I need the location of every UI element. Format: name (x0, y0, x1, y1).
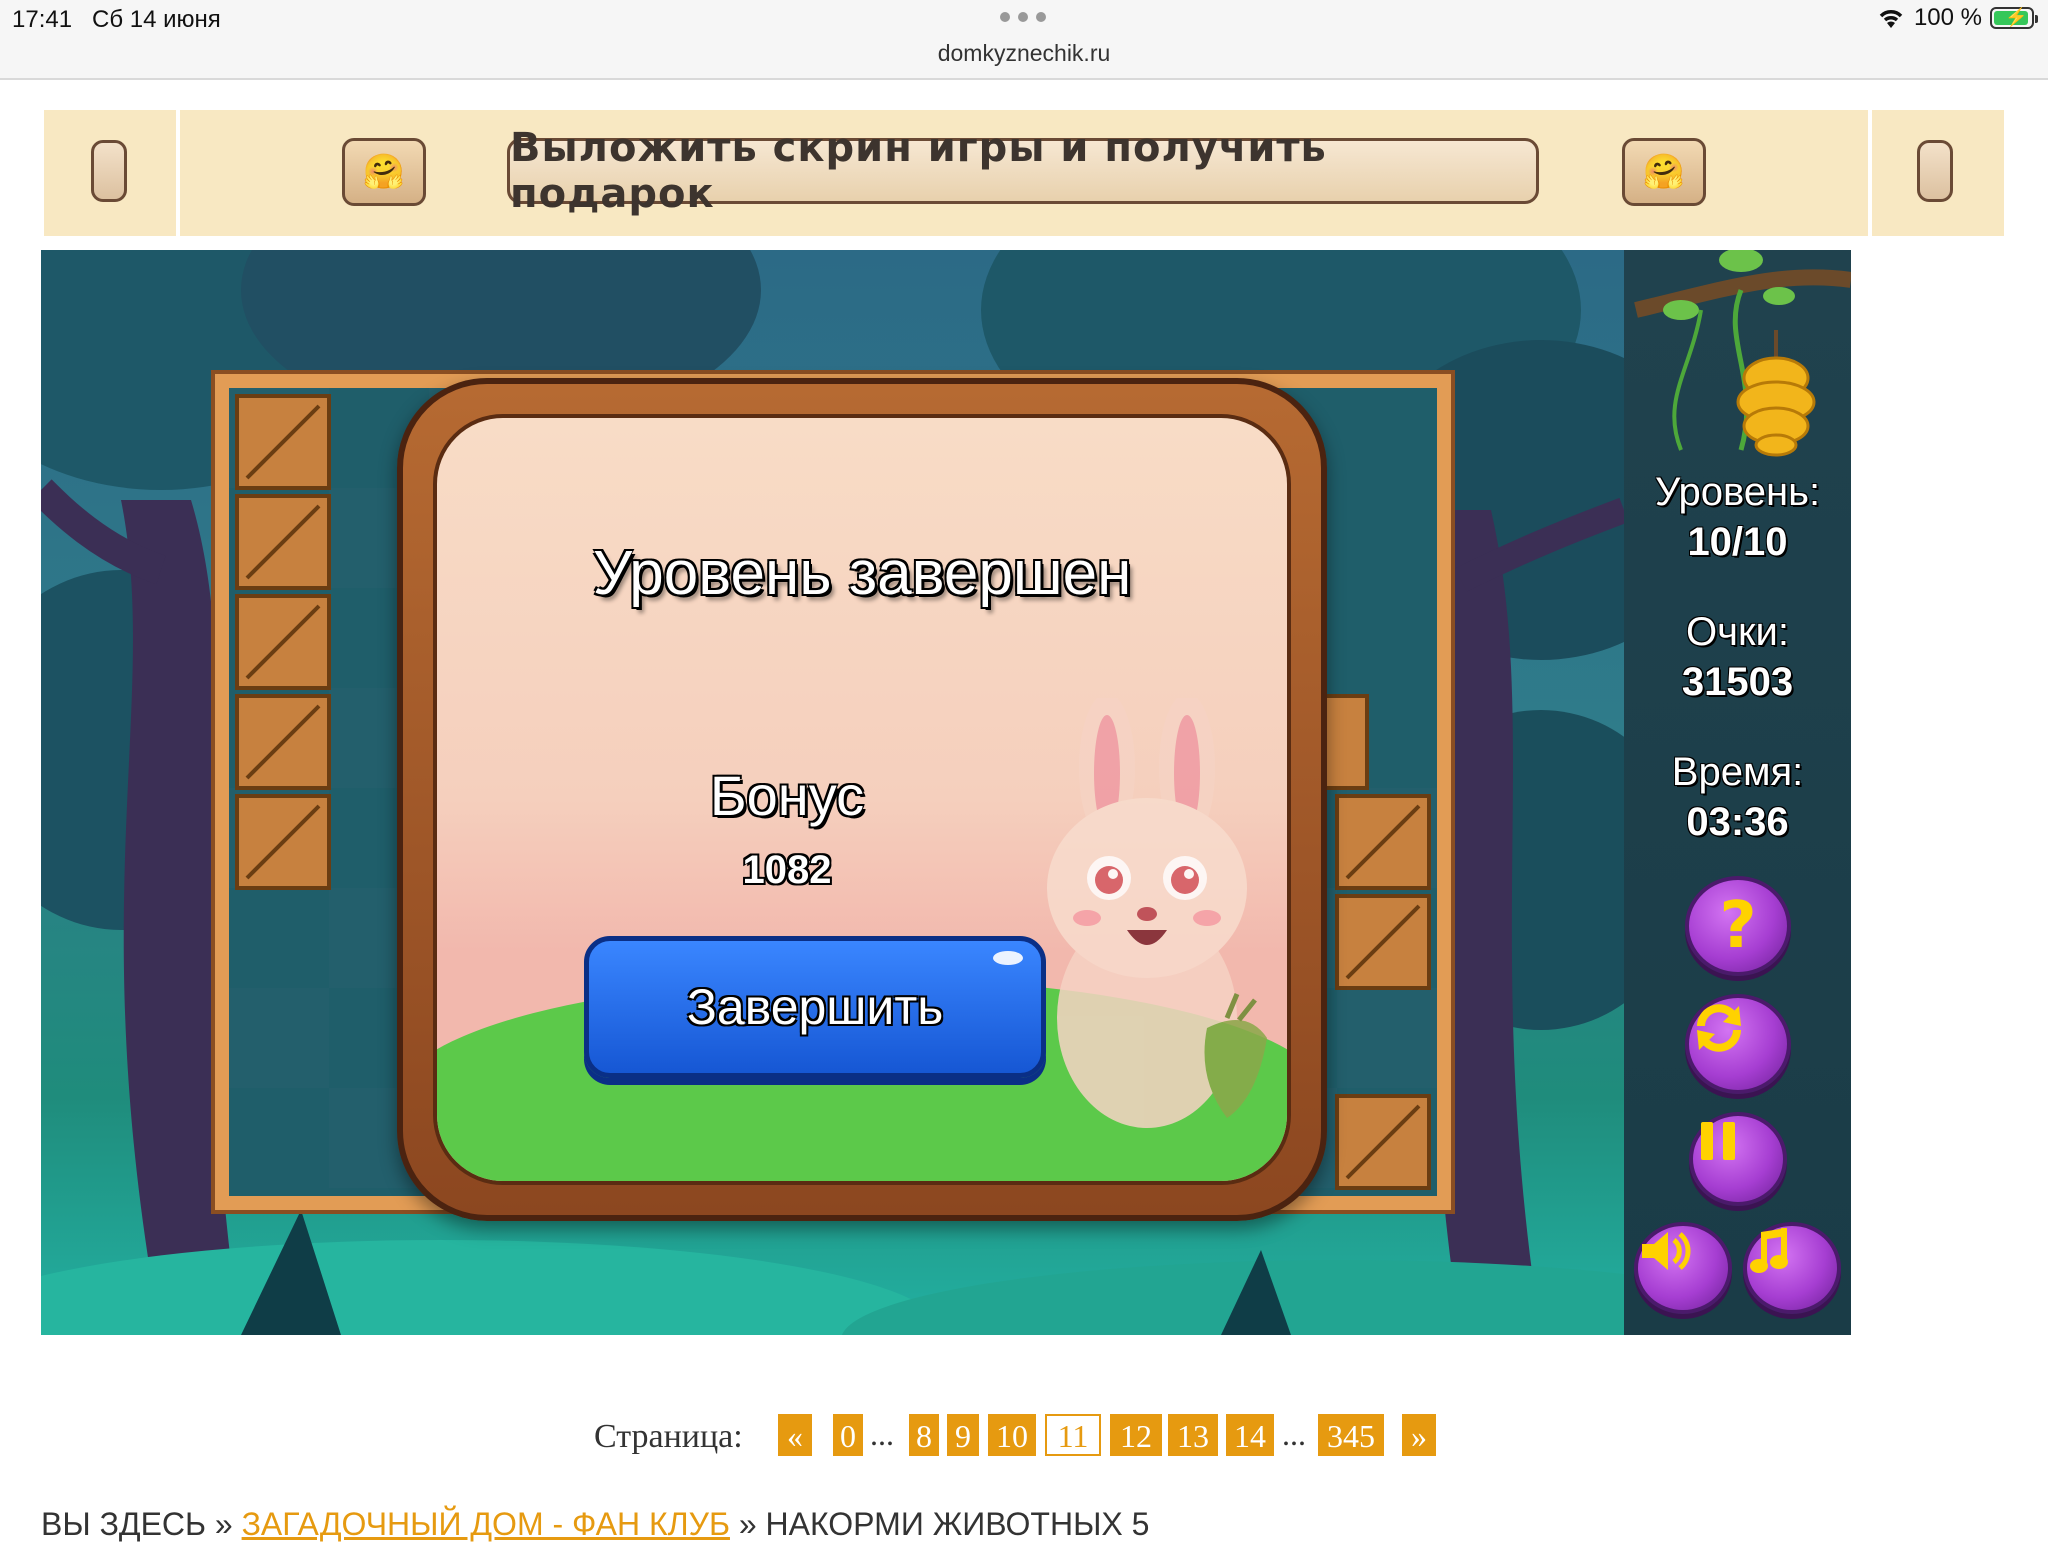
status-time: 17:41 (12, 6, 73, 33)
hug-emoji-left-button[interactable]: 🤗 (342, 138, 426, 206)
level-complete-dialog: Уровень завершен Бонус 1082 Завершить (397, 378, 1327, 1221)
page-link[interactable]: 14 (1226, 1414, 1274, 1456)
time-value: 03:36 (1686, 800, 1789, 844)
restart-icon (1697, 1004, 1741, 1052)
tab-menu-dots-icon[interactable] (1000, 12, 1046, 26)
page-link[interactable]: 0 (833, 1414, 863, 1456)
score-label: Очки: (1686, 610, 1789, 654)
pause-button[interactable] (1689, 1112, 1787, 1206)
browser-status-bar: 17:41 Сб 14 июня domkyznechik.ru 100 % ⚡ (0, 0, 2048, 80)
page-next-link[interactable]: » (1402, 1414, 1436, 1456)
game-canvas[interactable]: Уровень: 10/10 Очки: 31503 Время: 03:36 … (41, 250, 1851, 1335)
restart-button[interactable] (1685, 994, 1791, 1094)
banner-divider (1868, 110, 1872, 236)
hug-emoji-right-button[interactable]: 🤗 (1622, 138, 1706, 206)
music-button[interactable] (1743, 1222, 1841, 1314)
battery-percent: 100 % (1913, 4, 1982, 31)
breadcrumb-prefix: ВЫ ЗДЕСЬ (41, 1506, 207, 1542)
page-prev-link[interactable]: « (778, 1414, 812, 1456)
level-complete-title: Уровень завершен (592, 539, 1132, 608)
breadcrumb-separator: » (738, 1506, 757, 1542)
sound-button[interactable] (1634, 1222, 1732, 1314)
page-link[interactable]: 10 (988, 1414, 1036, 1456)
wifi-icon (1879, 10, 1903, 28)
breadcrumb-separator: » (214, 1506, 233, 1542)
page-ellipsis: ... (1282, 1416, 1306, 1452)
breadcrumb-link-fan-club[interactable]: ЗАГАДОЧНЫЙ ДОМ - ФАН КЛУБ (242, 1506, 730, 1542)
dialog-panel: Уровень завершен Бонус 1082 Завершить (433, 414, 1291, 1185)
banner-left-pill (91, 140, 127, 202)
page-link[interactable]: 8 (909, 1414, 939, 1456)
pause-icon (1701, 1122, 1735, 1160)
promo-banner: 🤗 Выложить скрин игры и получить подарок… (44, 110, 2004, 236)
breadcrumb-current: НАКОРМИ ЖИВОТНЫХ 5 (765, 1506, 1150, 1542)
speaker-icon (1642, 1232, 1691, 1270)
level-value: 10/10 (1687, 520, 1788, 564)
time-label: Время: (1671, 750, 1804, 794)
banner-divider (176, 110, 180, 236)
pagination-label: Страница: (594, 1418, 743, 1455)
question-icon: ? (1719, 889, 1757, 963)
help-button[interactable]: ? (1685, 876, 1791, 976)
bunny-illustration (1047, 698, 1267, 1128)
page-link[interactable]: 345 (1318, 1414, 1384, 1456)
page-link[interactable]: 12 (1110, 1414, 1162, 1456)
bonus-value: 1082 (742, 848, 832, 892)
battery-icon: ⚡ (1990, 7, 2038, 29)
finish-button[interactable]: Завершить (584, 936, 1046, 1078)
banner-right-pill (1917, 140, 1953, 202)
music-note-icon (1750, 1228, 1788, 1273)
status-date: Сб 14 июня (92, 6, 221, 33)
share-screenshot-button[interactable]: Выложить скрин игры и получить подарок (507, 125, 1539, 217)
button-shine (993, 951, 1023, 965)
page-link[interactable]: 9 (947, 1414, 979, 1456)
breadcrumb: ВЫ ЗДЕСЬ » ЗАГАДОЧНЫЙ ДОМ - ФАН КЛУБ » Н… (41, 1506, 1149, 1543)
pagination: Страница: « 0 ... 8 9 10 11 12 13 14 ...… (0, 1412, 2048, 1462)
finish-button-label: Завершить (686, 979, 944, 1035)
bonus-label: Бонус (709, 764, 865, 827)
level-label: Уровень: (1654, 470, 1821, 514)
address-url[interactable]: domkyznechik.ru (0, 40, 2048, 67)
score-value: 31503 (1681, 660, 1794, 704)
page-ellipsis: ... (870, 1416, 894, 1452)
page-link[interactable]: 13 (1168, 1414, 1218, 1456)
page-current: 11 (1045, 1414, 1101, 1456)
